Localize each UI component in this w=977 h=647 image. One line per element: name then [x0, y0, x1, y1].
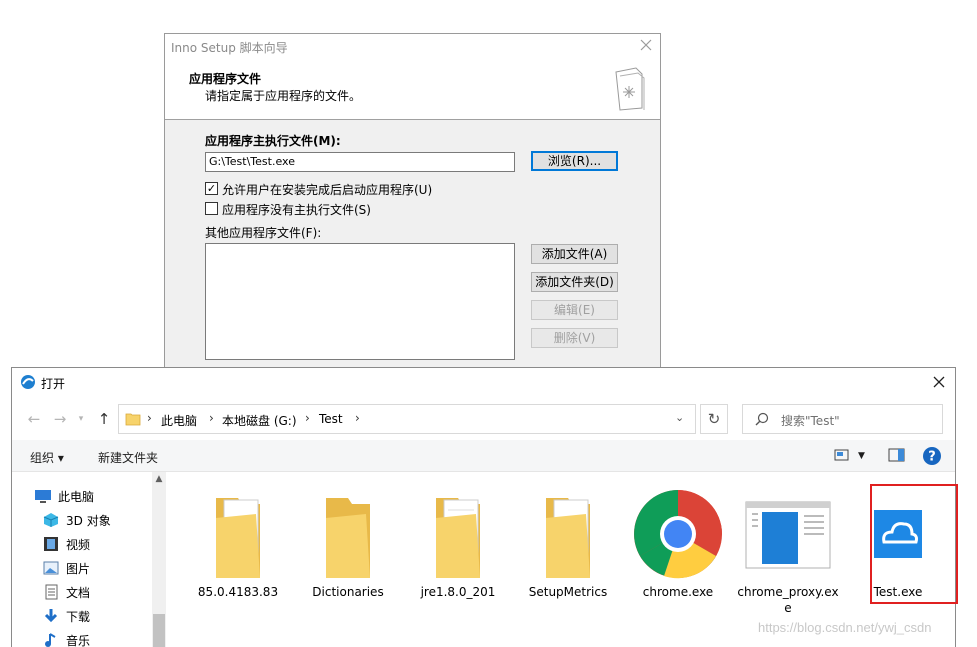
- command-toolbar: 组织 ▾ 新建文件夹 ▼ ?: [12, 440, 955, 472]
- new-folder-button[interactable]: 新建文件夹: [98, 449, 158, 466]
- folder-icon: [216, 498, 260, 578]
- wizard-logo-icon: [615, 67, 645, 111]
- chrome-icon: [634, 490, 722, 579]
- dialog-titlebar: 打开: [12, 368, 955, 396]
- breadcrumb-item[interactable]: 本地磁盘 (G:): [222, 412, 297, 429]
- main-exe-field[interactable]: G:\Test\Test.exe: [205, 152, 515, 172]
- close-icon[interactable]: [638, 37, 654, 53]
- file-name: SetupMetrics: [528, 585, 608, 599]
- close-icon[interactable]: [931, 374, 947, 390]
- folder-icon: [436, 498, 480, 578]
- other-files-label: 其他应用程序文件(F):: [205, 226, 322, 240]
- edit-button[interactable]: 编辑(E): [531, 300, 618, 320]
- wizard-header: 应用程序文件 请指定属于应用程序的文件。: [165, 58, 660, 120]
- nav-item-label: 音乐: [66, 634, 91, 647]
- video-icon: [44, 537, 58, 551]
- nav-item-label: 文档: [66, 586, 91, 600]
- help-icon[interactable]: ?: [922, 446, 942, 466]
- breadcrumb-separator: ›: [355, 411, 360, 425]
- back-arrow-icon[interactable]: ←: [26, 411, 42, 427]
- no-main-exe-checkbox[interactable]: [205, 202, 218, 215]
- search-input[interactable]: 搜索"Test": [742, 404, 943, 434]
- picture-icon: [43, 561, 59, 575]
- folder-icon: [125, 413, 141, 426]
- nav-item-label: 此电脑: [58, 490, 95, 504]
- breadcrumb-item[interactable]: Test: [319, 412, 343, 426]
- breadcrumb-separator: ›: [147, 411, 152, 425]
- search-icon: [755, 412, 769, 426]
- view-options-icon[interactable]: [834, 448, 850, 462]
- file-name: jre1.8.0_201: [420, 585, 496, 599]
- file-name: chrome_proxy.exe: [737, 585, 839, 615]
- application-window-icon: [745, 501, 831, 569]
- allow-start-checkbox[interactable]: ✓: [205, 182, 218, 195]
- breadcrumb-separator: ›: [305, 411, 310, 425]
- up-arrow-icon[interactable]: ↑: [96, 411, 112, 427]
- wizard-title: Inno Setup 脚本向导: [171, 41, 288, 55]
- file-item[interactable]: jre1.8.0_201: [404, 482, 512, 622]
- navigation-scrollbar[interactable]: ▲: [152, 472, 166, 647]
- file-name: Dictionaries: [312, 585, 384, 599]
- music-icon: [45, 633, 56, 647]
- refresh-button[interactable]: ↻: [700, 404, 728, 434]
- breadcrumb-separator: ›: [209, 411, 214, 425]
- add-file-button[interactable]: 添加文件(A): [531, 244, 618, 264]
- no-main-exe-label: 应用程序没有主执行文件(S): [222, 203, 371, 217]
- file-item[interactable]: 85.0.4183.83: [184, 482, 292, 622]
- wizard-titlebar: Inno Setup 脚本向导: [165, 34, 660, 58]
- address-bar[interactable]: › 此电脑 › 本地磁盘 (G:) › Test › ⌄: [118, 404, 696, 434]
- file-item[interactable]: Dictionaries: [294, 482, 402, 622]
- recent-locations-icon[interactable]: ▾: [73, 411, 89, 427]
- file-item[interactable]: chrome.exe: [624, 482, 732, 622]
- other-files-list[interactable]: [205, 243, 515, 360]
- view-dropdown-icon[interactable]: ▼: [858, 451, 865, 461]
- main-exe-label: 应用程序主执行文件(M):: [205, 134, 341, 148]
- file-name: chrome.exe: [642, 585, 714, 599]
- preview-pane-icon[interactable]: [888, 448, 906, 463]
- organize-menu[interactable]: 组织 ▾: [30, 449, 64, 466]
- download-icon: [44, 609, 58, 623]
- watermark: https://blog.csdn.net/ywj_csdn: [758, 620, 932, 635]
- scrollbar-thumb[interactable]: [153, 614, 165, 647]
- nav-item-label: 图片: [66, 562, 91, 576]
- cube-3d-icon: [43, 513, 59, 527]
- selection-highlight-box: [870, 484, 958, 604]
- scroll-up-icon[interactable]: ▲: [152, 474, 166, 484]
- browse-button[interactable]: 浏览(R)...: [531, 151, 618, 171]
- delete-button[interactable]: 删除(V): [531, 328, 618, 348]
- file-item[interactable]: SetupMetrics: [514, 482, 622, 622]
- search-placeholder: 搜索"Test": [781, 414, 840, 428]
- document-icon: [45, 584, 58, 600]
- inno-setup-wizard-window: Inno Setup 脚本向导 应用程序文件 请指定属于应用程序的文件。 应用程…: [164, 33, 661, 373]
- computer-icon: [35, 490, 51, 503]
- page-subtitle: 请指定属于应用程序的文件。: [205, 89, 362, 103]
- breadcrumb-item[interactable]: 此电脑: [161, 412, 197, 429]
- forward-arrow-icon[interactable]: →: [52, 411, 68, 427]
- dialog-title: 打开: [41, 377, 66, 391]
- svg-text:?: ?: [928, 450, 936, 465]
- nav-item-label: 视频: [66, 538, 91, 552]
- navigation-bar: ← → ▾ ↑ › 此电脑 › 本地磁盘 (G:) › Test › ⌄ ↻ 搜…: [12, 396, 955, 440]
- folder-icon: [326, 498, 370, 578]
- page-title: 应用程序文件: [189, 72, 262, 86]
- open-file-dialog: 打开 ← → ▾ ↑ › 此电脑 › 本地磁盘 (G:) › Test › ⌄ …: [11, 367, 958, 647]
- chevron-down-icon[interactable]: ⌄: [675, 411, 684, 424]
- add-folder-button[interactable]: 添加文件夹(D): [531, 272, 618, 292]
- nav-item-label: 3D 对象: [66, 514, 111, 528]
- nav-item-label: 下载: [66, 610, 91, 624]
- app-icon: [21, 375, 35, 389]
- allow-start-label: 允许用户在安装完成后启动应用程序(U): [222, 183, 433, 197]
- file-name: 85.0.4183.83: [197, 585, 279, 599]
- refresh-icon: ↻: [707, 410, 721, 428]
- file-item[interactable]: chrome_proxy.exe: [734, 482, 842, 622]
- folder-icon: [546, 498, 590, 578]
- navigation-pane: 此电脑 3D 对象 视频 图片 文档 下载 音乐 ▲: [12, 472, 167, 647]
